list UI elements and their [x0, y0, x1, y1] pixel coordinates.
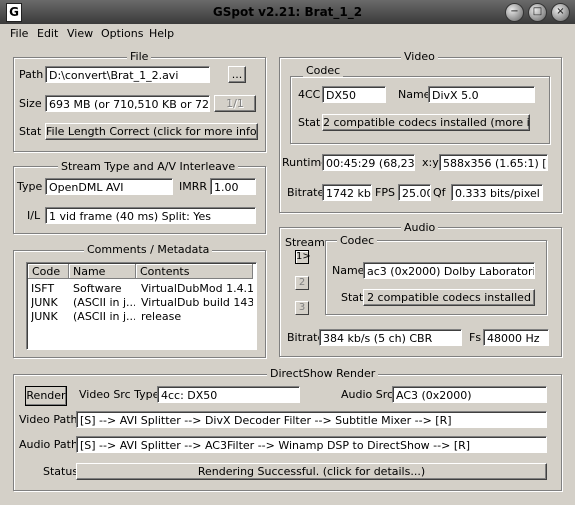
- audio-path-label: Audio Path: [19, 438, 78, 451]
- status-label: Status: [43, 465, 79, 478]
- file-group-title: File: [127, 50, 152, 63]
- audio-stream-3-button[interactable]: 3: [295, 301, 309, 315]
- il-label: I/L: [27, 209, 41, 222]
- path-field[interactable]: D:\convert\Brat_1_2.avi: [45, 66, 210, 83]
- comments-group-title: Comments / Metadata: [84, 243, 213, 256]
- audio-stream-1-button[interactable]: 1>: [295, 250, 311, 264]
- stream-group-title: Stream Type and A/V Interleave: [58, 160, 239, 173]
- video-codec-title: Codec: [303, 64, 344, 77]
- file-stat-button[interactable]: File Length Correct (click for more info…: [45, 123, 258, 140]
- video-name-label: Name: [398, 88, 431, 101]
- audio-name-field[interactable]: ac3 (0x2000) Dolby Laboratories, I: [363, 262, 535, 279]
- fourcc-field[interactable]: DX50: [322, 86, 386, 103]
- video-group-title: Video: [401, 50, 438, 63]
- audio-stat-button[interactable]: 2 compatible codecs installed: [363, 289, 535, 306]
- cell-name: (ASCII in j...: [73, 310, 135, 323]
- il-field[interactable]: 1 vid frame (40 ms) Split: Yes: [45, 207, 256, 224]
- audio-stat-label: Stat: [341, 291, 364, 304]
- fs-field[interactable]: 48000 Hz: [483, 329, 549, 346]
- video-src-field[interactable]: 4cc: DX50: [157, 386, 300, 403]
- menu-help[interactable]: Help: [144, 24, 179, 44]
- fourcc-label: 4CC: [298, 88, 321, 101]
- runtime-field[interactable]: 00:45:29 (68,236 fr: [322, 154, 415, 171]
- cell-code: ISFT: [31, 282, 55, 295]
- qf-label: Qf: [433, 186, 446, 199]
- cell-code: JUNK: [31, 296, 58, 309]
- audio-codec-title: Codec: [337, 234, 378, 247]
- cell-name: Software: [73, 282, 122, 295]
- close-icon[interactable]: ×: [551, 3, 570, 22]
- qf-field[interactable]: 0.333 bits/pixel: [451, 184, 543, 201]
- imrr-label: IMRR: [179, 180, 208, 193]
- audio-name-label: Name: [332, 264, 365, 277]
- browse-button[interactable]: ...: [228, 66, 246, 83]
- maximize-icon[interactable]: □: [528, 3, 547, 22]
- render-button[interactable]: Render: [25, 386, 67, 406]
- menu-options[interactable]: Options: [96, 24, 148, 44]
- video-bitrate-label: Bitrate: [287, 186, 325, 199]
- fs-label: Fs: [469, 331, 482, 344]
- xy-label: x:y: [422, 156, 439, 169]
- column-header-code[interactable]: Code: [28, 264, 69, 279]
- cell-contents: VirtualDub build 14328: [141, 296, 253, 309]
- audio-group-title: Audio: [401, 221, 439, 234]
- video-name-field[interactable]: DivX 5.0: [428, 86, 535, 103]
- cell-name: (ASCII in j...: [73, 296, 135, 309]
- video-path-label: Video Path: [19, 413, 78, 426]
- app-icon[interactable]: G: [6, 3, 22, 22]
- audio-bitrate-field[interactable]: 384 kb/s (5 ch) CBR: [319, 329, 462, 346]
- fps-label: FPS: [375, 186, 395, 199]
- audio-path-field[interactable]: [S] --> AVI Splitter --> AC3Filter --> W…: [76, 436, 547, 453]
- path-label: Path: [19, 68, 44, 81]
- audio-stream-2-button[interactable]: 2: [295, 276, 309, 290]
- menu-view[interactable]: View: [62, 24, 98, 44]
- xy-field[interactable]: 588x356 (1.65:1) [~3: [439, 154, 548, 171]
- cell-contents: release: [141, 310, 182, 323]
- audio-src-label: Audio Src: [341, 388, 394, 401]
- column-header-name[interactable]: Name: [69, 264, 136, 279]
- imrr-field[interactable]: 1.00: [210, 178, 256, 195]
- video-bitrate-field[interactable]: 1742 kb/: [322, 184, 372, 201]
- column-header-contents[interactable]: Contents: [136, 264, 253, 279]
- cell-contents: VirtualDubMod 1.4.13: [141, 282, 253, 295]
- video-path-field[interactable]: [S] --> AVI Splitter --> DivX Decoder Fi…: [76, 411, 547, 428]
- menu-file[interactable]: File: [5, 24, 33, 44]
- file-stat-label: Stat: [19, 125, 42, 138]
- video-src-label: Video Src Type: [79, 388, 160, 401]
- type-field[interactable]: OpenDML AVI: [45, 178, 173, 195]
- type-label: Type: [17, 180, 43, 193]
- video-stat-label: Stat: [298, 116, 321, 129]
- audio-src-field[interactable]: AC3 (0x2000): [392, 386, 547, 403]
- window-title: GSpot v2.21: Brat_1_2: [212, 5, 363, 19]
- size-field[interactable]: 693 MB (or 710,510 KB or 727,56: [45, 95, 210, 112]
- audio-stream-label: Stream: [285, 236, 325, 249]
- size-label: Size: [19, 97, 42, 110]
- minimize-icon[interactable]: −: [505, 3, 524, 22]
- render-group-title: DirectShow Render: [267, 367, 379, 380]
- video-stat-button[interactable]: 2 compatible codecs installed (more info…: [322, 114, 530, 131]
- cell-code: JUNK: [31, 310, 58, 323]
- size-toggle-button[interactable]: 1/1: [214, 95, 256, 112]
- fps-field[interactable]: 25.00: [398, 184, 431, 201]
- menu-edit[interactable]: Edit: [32, 24, 63, 44]
- status-button[interactable]: Rendering Successful. (click for details…: [76, 463, 547, 480]
